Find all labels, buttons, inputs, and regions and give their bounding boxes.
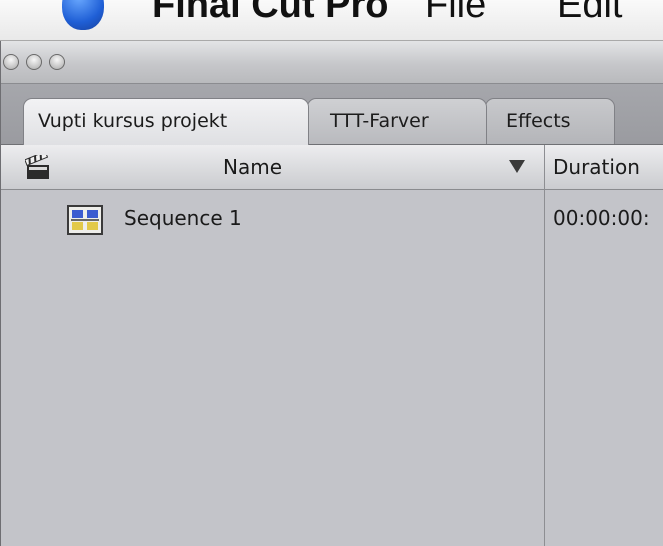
tab-effects[interactable]: Effects	[485, 98, 615, 144]
menu-bar: Final Cut Pro File Edit	[0, 0, 663, 41]
tab-vupti-kursus-projekt[interactable]: Vupti kursus projekt	[23, 98, 309, 145]
tab-ttt-farver[interactable]: TTT-Farver	[307, 98, 487, 144]
column-header-row: Name Duration	[1, 145, 663, 190]
window-titlebar[interactable]	[1, 41, 663, 84]
browser-window: Vupti kursus projekt TTT-Farver Effects …	[0, 41, 663, 546]
tab-strip: Vupti kursus projekt TTT-Farver Effects	[1, 84, 663, 145]
zoom-window-button[interactable]	[49, 54, 65, 70]
sequence-duration: 00:00:00:	[553, 206, 650, 230]
menu-app-name[interactable]: Final Cut Pro	[152, 0, 388, 27]
sequence-name[interactable]: Sequence 1	[124, 206, 242, 230]
list-item-sequence-1[interactable]: Sequence 1 00:00:00:	[1, 189, 663, 239]
column-header-name[interactable]: Name	[223, 155, 282, 179]
apple-logo-icon[interactable]	[62, 0, 104, 30]
sort-descending-icon[interactable]	[509, 160, 525, 173]
clapperboard-icon	[25, 155, 49, 179]
menu-edit[interactable]: Edit	[557, 0, 622, 27]
sequence-icon	[67, 205, 103, 235]
browser-list: Name Duration Sequence 1 00:00:00:	[1, 145, 663, 546]
column-header-duration[interactable]: Duration	[553, 155, 640, 179]
menu-file[interactable]: File	[425, 0, 486, 27]
close-window-button[interactable]	[3, 54, 19, 70]
minimize-window-button[interactable]	[26, 54, 42, 70]
